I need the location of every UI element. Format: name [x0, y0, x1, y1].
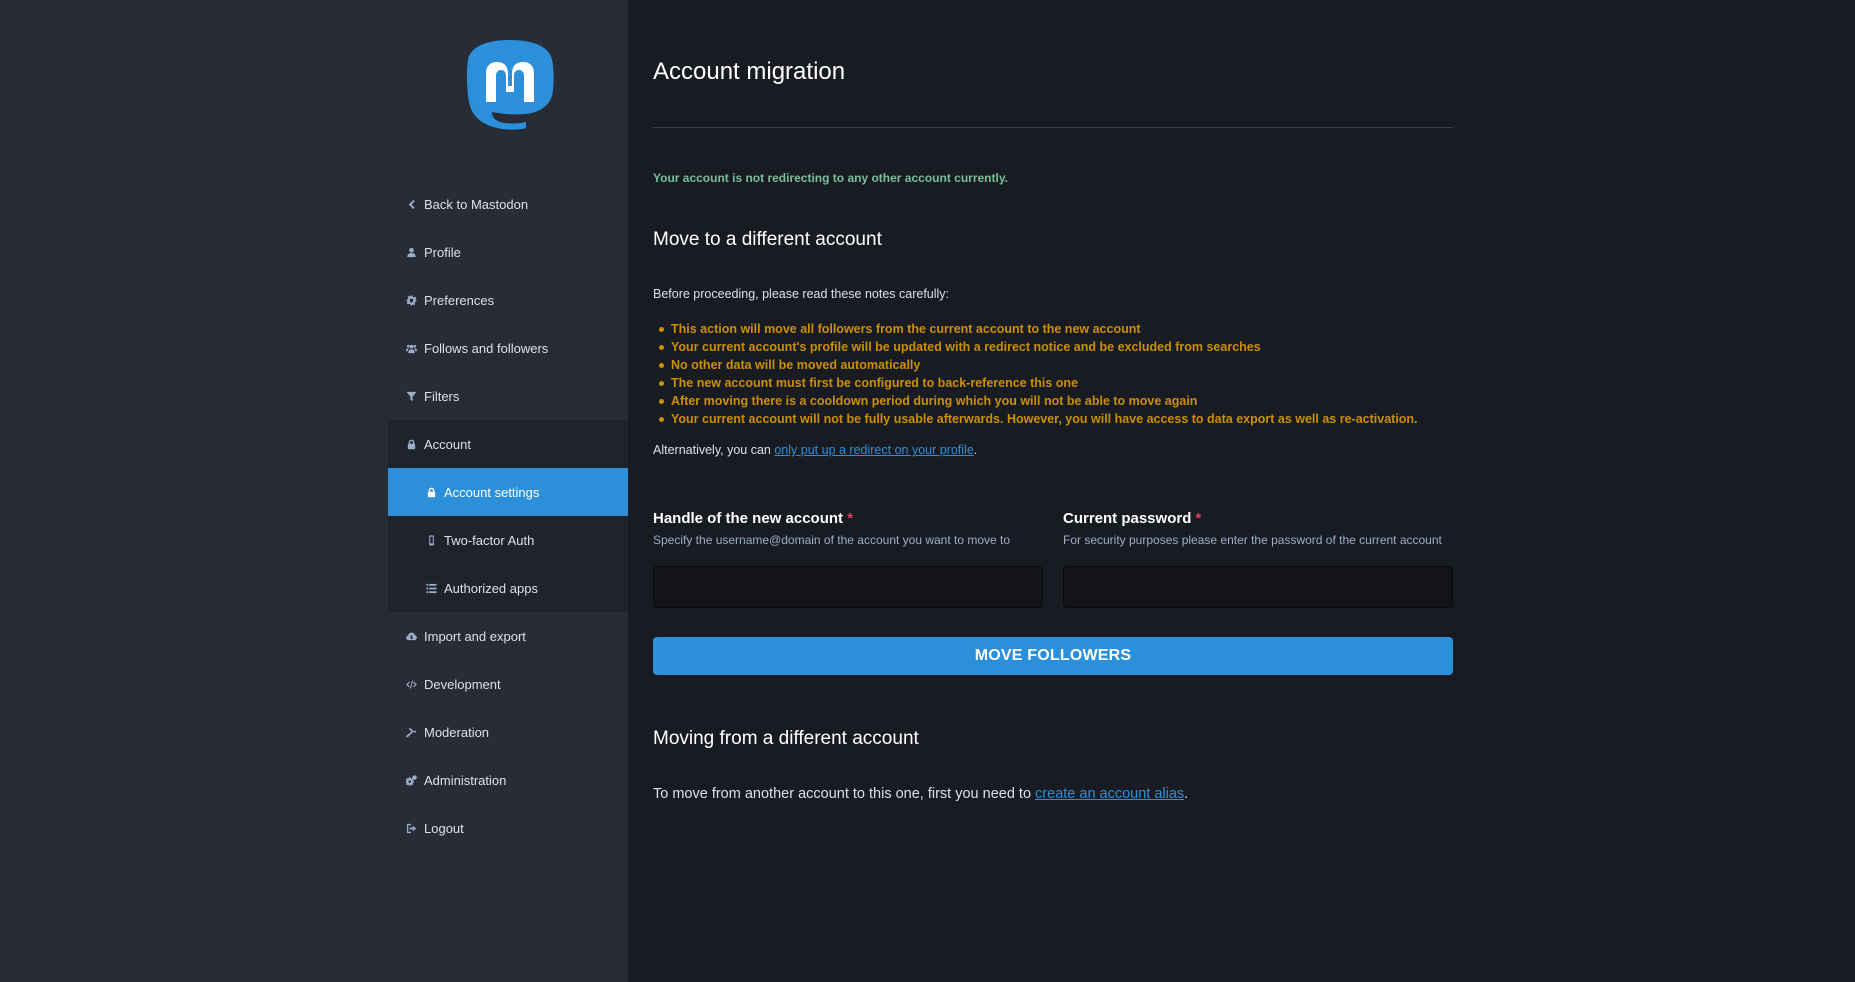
moving-from-heading: Moving from a different account: [653, 728, 919, 749]
alias-prefix: To move from another account to this one…: [653, 786, 1036, 802]
alt-prefix: Alternatively, you can: [653, 443, 775, 457]
sidebar-item-label: Preferences: [424, 292, 495, 308]
sidebar-item-administration[interactable]: Administration: [388, 756, 628, 804]
move-intro-text: Before proceeding, please read these not…: [653, 287, 950, 301]
sidebar-item-account[interactable]: Account: [388, 420, 628, 468]
handle-label: Handle of the new account *: [653, 510, 1043, 527]
move-followers-button[interactable]: MOVE FOLLOWERS: [653, 637, 1453, 675]
users-icon: [405, 342, 417, 354]
sidebar-item-label: Development: [424, 676, 501, 692]
cloud-download-icon: [405, 630, 417, 642]
sidebar-item-label: Follows and followers: [424, 340, 549, 356]
sidebar-item-label: Logout: [424, 820, 464, 836]
sidebar-item-filters[interactable]: Filters: [388, 372, 628, 420]
lock-icon: [405, 438, 417, 450]
sidebar-item-label: Back to Mastodon: [424, 196, 529, 212]
migration-note: No other data will be moved automaticall…: [653, 356, 1453, 374]
page-title: Account migration: [653, 58, 846, 85]
chevron-left-icon: [405, 198, 417, 210]
mastodon-logo-icon[interactable]: [462, 38, 558, 142]
account-group: Account Account settings Two-factor Auth…: [388, 420, 628, 612]
handle-hint: Specify the username@domain of the accou…: [653, 533, 1011, 547]
migration-note: After moving there is a cooldown period …: [653, 392, 1453, 410]
sidebar-item-label: Two-factor Auth: [444, 532, 535, 548]
sidebar-item-label: Profile: [424, 244, 461, 260]
gavel-icon: [405, 726, 417, 738]
password-label: Current password *: [1063, 510, 1453, 527]
sidebar-item-logout[interactable]: Logout: [388, 804, 628, 852]
migration-notes-list: This action will move all followers from…: [653, 320, 1453, 428]
required-mark: *: [847, 510, 854, 527]
sign-out-icon: [405, 822, 417, 834]
sidebar-item-label: Import and export: [424, 628, 526, 644]
redirect-profile-link[interactable]: only put up a redirect on your profile: [774, 443, 973, 457]
sidebar-item-two-factor-auth[interactable]: Two-factor Auth: [388, 516, 628, 564]
sidebar-item-profile[interactable]: Profile: [388, 228, 628, 276]
alt-suffix: .: [973, 443, 978, 457]
sidebar-item-label: Authorized apps: [444, 580, 538, 596]
handle-label-text: Handle of the new account: [653, 510, 844, 527]
password-hint: For security purposes please enter the p…: [1063, 533, 1442, 547]
migration-note: Your current account will not be fully u…: [653, 410, 1453, 428]
sidebar: Back to Mastodon Profile Preferences Fol…: [388, 0, 628, 982]
password-field: Current password * For security purposes…: [1063, 510, 1453, 608]
content-background: [628, 0, 1855, 982]
sidebar-item-moderation[interactable]: Moderation: [388, 708, 628, 756]
required-mark: *: [1195, 510, 1202, 527]
sidebar-nav: Back to Mastodon Profile Preferences Fol…: [388, 180, 628, 852]
mobile-icon: [425, 534, 437, 546]
user-icon: [405, 246, 417, 258]
handle-field: Handle of the new account * Specify the …: [653, 510, 1043, 608]
sidebar-item-preferences[interactable]: Preferences: [388, 276, 628, 324]
move-section-heading: Move to a different account: [653, 229, 882, 250]
gear-icon: [405, 294, 417, 306]
sidebar-item-label: Moderation: [424, 724, 490, 740]
migration-note: This action will move all followers from…: [653, 320, 1453, 338]
title-divider: [653, 127, 1453, 128]
create-alias-link[interactable]: create an account alias: [1035, 786, 1184, 802]
sidebar-item-account-settings[interactable]: Account settings: [388, 468, 628, 516]
redirect-status-note: Your account is not redirecting to any o…: [653, 171, 1008, 185]
sidebar-item-import-and-export[interactable]: Import and export: [388, 612, 628, 660]
password-input[interactable]: [1063, 566, 1453, 608]
redirect-alternative-text: Alternatively, you can only put up a red…: [653, 443, 977, 457]
filter-icon: [405, 390, 417, 402]
list-icon: [425, 582, 437, 594]
migration-note: Your current account's profile will be u…: [653, 338, 1453, 356]
sidebar-item-label: Account settings: [444, 484, 540, 500]
handle-input[interactable]: [653, 566, 1043, 608]
sidebar-item-authorized-apps[interactable]: Authorized apps: [388, 564, 628, 612]
lock-icon: [425, 486, 437, 498]
sidebar-item-label: Administration: [424, 772, 507, 788]
sidebar-item-label: Filters: [424, 388, 460, 404]
sidebar-item-label: Account: [424, 436, 471, 452]
sidebar-item-follows-and-followers[interactable]: Follows and followers: [388, 324, 628, 372]
code-icon: [405, 678, 417, 690]
alias-suffix: .: [1184, 786, 1189, 802]
alias-instructions: To move from another account to this one…: [653, 786, 1188, 802]
password-label-text: Current password: [1063, 510, 1192, 527]
migration-note: The new account must first be configured…: [653, 374, 1453, 392]
cogs-icon: [405, 774, 417, 786]
sidebar-item-back-to-mastodon[interactable]: Back to Mastodon: [388, 180, 628, 228]
sidebar-item-development[interactable]: Development: [388, 660, 628, 708]
